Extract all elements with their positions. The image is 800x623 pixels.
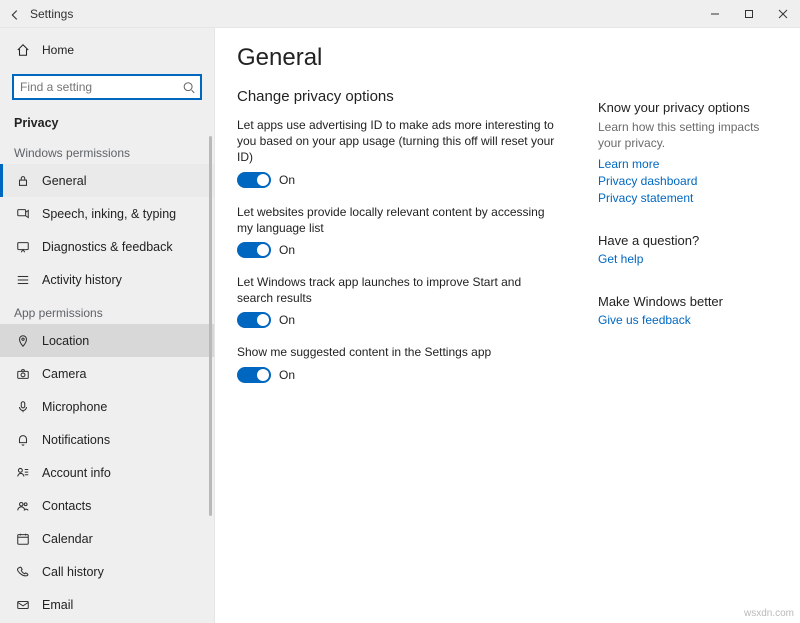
- microphone-icon: [14, 399, 32, 414]
- sidebar-group-windows: Windows permissions: [0, 136, 214, 164]
- calendar-icon: [14, 531, 32, 546]
- setting-desc: Let Windows track app launches to improv…: [237, 274, 557, 306]
- home-icon: [14, 43, 32, 58]
- info-head-know: Know your privacy options: [598, 100, 778, 115]
- toggle-advertising-id[interactable]: [237, 172, 271, 188]
- link-feedback[interactable]: Give us feedback: [598, 313, 778, 327]
- link-get-help[interactable]: Get help: [598, 252, 778, 266]
- bell-icon: [14, 432, 32, 447]
- sidebar-item-label: Notifications: [42, 433, 110, 447]
- sidebar-item-account[interactable]: Account info: [0, 456, 214, 489]
- toggle-state: On: [279, 173, 295, 187]
- speech-icon: [14, 206, 32, 221]
- sidebar-item-label: Camera: [42, 367, 86, 381]
- sidebar-item-label: Calendar: [42, 532, 93, 546]
- phone-icon: [14, 564, 32, 579]
- link-learn-more[interactable]: Learn more: [598, 157, 778, 171]
- sidebar-item-label: General: [42, 174, 86, 188]
- maximize-button[interactable]: [732, 0, 766, 28]
- toggle-state: On: [279, 368, 295, 382]
- sidebar-item-label: Location: [42, 334, 89, 348]
- main-area: General Change privacy options Let apps …: [215, 28, 800, 623]
- location-icon: [14, 333, 32, 348]
- sidebar-item-diagnostics[interactable]: Diagnostics & feedback: [0, 230, 214, 263]
- sidebar-item-activity[interactable]: Activity history: [0, 263, 214, 296]
- sidebar-group-app: App permissions: [0, 296, 214, 324]
- sidebar-item-microphone[interactable]: Microphone: [0, 390, 214, 423]
- search-container: [12, 74, 202, 100]
- setting-advertising-id: Let apps use advertising ID to make ads …: [237, 117, 557, 188]
- sidebar-section-title: Privacy: [0, 110, 214, 136]
- info-pane: Know your privacy options Learn how this…: [598, 42, 778, 623]
- search-input[interactable]: [12, 74, 202, 100]
- page-subhead: Change privacy options: [237, 88, 598, 105]
- link-privacy-dashboard[interactable]: Privacy dashboard: [598, 174, 778, 188]
- page-title: General: [237, 44, 598, 72]
- email-icon: [14, 597, 32, 612]
- sidebar-item-label: Diagnostics & feedback: [42, 240, 173, 254]
- setting-language-list: Let websites provide locally relevant co…: [237, 204, 557, 258]
- sidebar-item-label: Account info: [42, 466, 111, 480]
- setting-desc: Let websites provide locally relevant co…: [237, 204, 557, 236]
- sidebar-item-location[interactable]: Location: [0, 324, 214, 357]
- sidebar-item-camera[interactable]: Camera: [0, 357, 214, 390]
- sidebar-item-speech[interactable]: Speech, inking, & typing: [0, 197, 214, 230]
- toggle-state: On: [279, 313, 295, 327]
- setting-app-launches: Let Windows track app launches to improv…: [237, 274, 557, 328]
- sidebar-item-contacts[interactable]: Contacts: [0, 489, 214, 522]
- sidebar-item-label: Speech, inking, & typing: [42, 207, 176, 221]
- sidebar-item-label: Email: [42, 598, 73, 612]
- toggle-state: On: [279, 243, 295, 257]
- sidebar-item-call-history[interactable]: Call history: [0, 555, 214, 588]
- title-bar: Settings: [0, 0, 800, 28]
- camera-icon: [14, 366, 32, 381]
- sidebar-item-label: Activity history: [42, 273, 122, 287]
- toggle-app-launches[interactable]: [237, 312, 271, 328]
- contacts-icon: [14, 498, 32, 513]
- back-button[interactable]: [0, 5, 30, 21]
- info-sub-know: Learn how this setting impacts your priv…: [598, 119, 778, 151]
- sidebar: Home Privacy Windows permissions General: [0, 28, 215, 623]
- activity-icon: [14, 272, 32, 287]
- info-head-question: Have a question?: [598, 233, 778, 248]
- account-icon: [14, 465, 32, 480]
- sidebar-item-label: Microphone: [42, 400, 107, 414]
- setting-suggested-content: Show me suggested content in the Setting…: [237, 344, 557, 382]
- sidebar-item-label: Call history: [42, 565, 104, 579]
- sidebar-item-label: Contacts: [42, 499, 91, 513]
- sidebar-home-label: Home: [42, 43, 74, 57]
- minimize-button[interactable]: [698, 0, 732, 28]
- toggle-suggested-content[interactable]: [237, 367, 271, 383]
- toggle-language-list[interactable]: [237, 242, 271, 258]
- search-icon: [182, 80, 196, 95]
- sidebar-scrollbar[interactable]: [209, 136, 212, 516]
- close-button[interactable]: [766, 0, 800, 28]
- sidebar-home[interactable]: Home: [0, 34, 214, 66]
- sidebar-item-email[interactable]: Email: [0, 588, 214, 621]
- sidebar-item-general[interactable]: General: [0, 164, 214, 197]
- lock-icon: [14, 173, 32, 188]
- feedback-icon: [14, 239, 32, 254]
- watermark: wsxdn.com: [744, 608, 794, 619]
- window-title: Settings: [30, 7, 73, 21]
- sidebar-item-notifications[interactable]: Notifications: [0, 423, 214, 456]
- setting-desc: Let apps use advertising ID to make ads …: [237, 117, 557, 166]
- info-head-better: Make Windows better: [598, 294, 778, 309]
- setting-desc: Show me suggested content in the Setting…: [237, 344, 557, 360]
- sidebar-item-calendar[interactable]: Calendar: [0, 522, 214, 555]
- link-privacy-statement[interactable]: Privacy statement: [598, 191, 778, 205]
